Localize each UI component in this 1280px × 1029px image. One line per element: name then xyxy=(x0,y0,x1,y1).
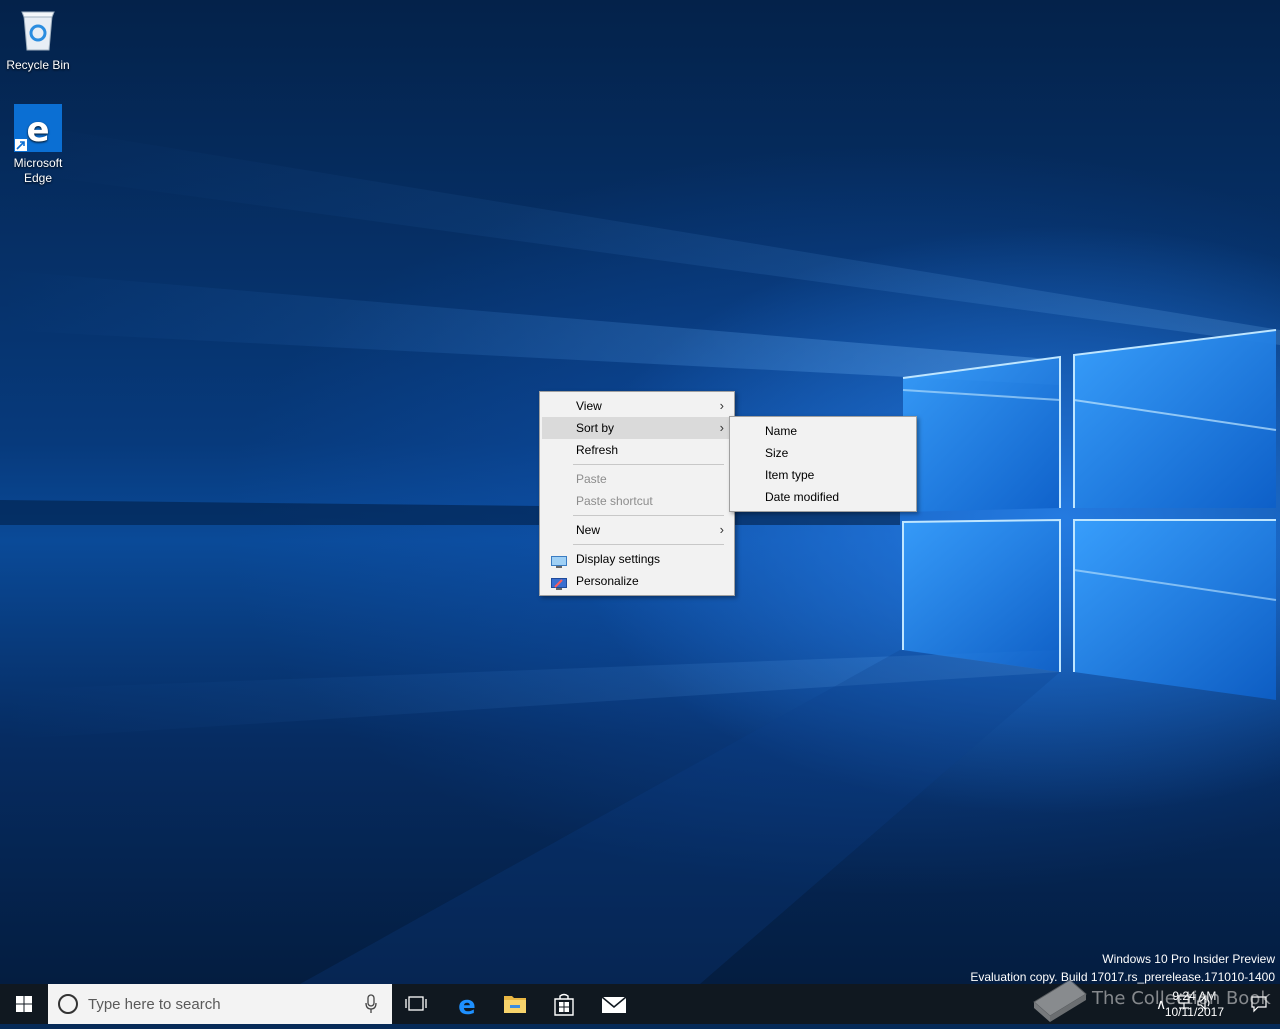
folder-icon xyxy=(504,996,526,1013)
taskbar-file-explorer-button[interactable] xyxy=(491,984,539,1024)
menu-item-paste-label: Paste xyxy=(576,472,607,486)
menu-item-sort-by-label: Sort by xyxy=(576,421,615,435)
menu-item-paste-shortcut[interactable]: Paste shortcut xyxy=(542,490,732,512)
menu-item-new[interactable]: New › xyxy=(542,519,732,541)
menu-item-refresh-label: Refresh xyxy=(576,443,619,457)
svg-text:e: e xyxy=(26,110,49,150)
store-icon xyxy=(554,993,574,1016)
desktop-icon-microsoft-edge[interactable]: e Microsoft Edge xyxy=(0,104,76,186)
menu-item-paste-shortcut-label: Paste shortcut xyxy=(576,494,653,508)
watermark-text: The Collection Book xyxy=(1092,988,1271,1009)
menu-separator xyxy=(573,464,724,465)
edge-icon: e xyxy=(458,991,476,1021)
cortana-icon xyxy=(58,994,78,1014)
svg-text:e: e xyxy=(458,991,476,1021)
microphone-icon[interactable] xyxy=(364,994,378,1019)
menu-separator xyxy=(573,544,724,545)
menu-item-personalize-label: Personalize xyxy=(576,574,639,588)
menu-item-new-label: New xyxy=(576,523,601,537)
desktop-context-menu: View › Sort by › Refresh Paste Paste sho… xyxy=(539,391,735,596)
menu-item-personalize[interactable]: Personalize xyxy=(542,570,732,592)
start-button[interactable] xyxy=(0,984,48,1024)
taskbar-store-button[interactable] xyxy=(540,984,588,1024)
display-settings-icon xyxy=(551,553,567,568)
chevron-right-icon: › xyxy=(719,420,724,435)
sort-by-item-type[interactable]: Item type xyxy=(732,464,914,486)
book-logo-icon xyxy=(1033,979,1087,1022)
sort-by-size[interactable]: Size xyxy=(732,442,914,464)
windows-logo-icon xyxy=(16,996,32,1012)
task-view-icon xyxy=(405,996,427,1011)
menu-item-view[interactable]: View › xyxy=(542,395,732,417)
menu-item-display-settings[interactable]: Display settings xyxy=(542,548,732,570)
personalize-icon xyxy=(551,575,567,590)
menu-item-view-label: View xyxy=(576,399,602,413)
menu-item-paste[interactable]: Paste xyxy=(542,468,732,490)
chevron-right-icon: › xyxy=(719,522,724,537)
menu-separator xyxy=(573,515,724,516)
desktop-icon-recycle-bin[interactable]: Recycle Bin xyxy=(0,6,76,73)
taskbar-mail-button[interactable] xyxy=(589,984,637,1024)
sort-by-submenu: Name Size Item type Date modified xyxy=(729,416,917,512)
chevron-right-icon: › xyxy=(719,398,724,413)
search-placeholder: Type here to search xyxy=(88,996,221,1013)
menu-item-refresh[interactable]: Refresh xyxy=(542,439,732,461)
menu-item-sort-by[interactable]: Sort by › xyxy=(542,417,732,439)
menu-item-display-settings-label: Display settings xyxy=(576,552,661,566)
recycle-bin-icon xyxy=(14,6,62,54)
search-input[interactable]: Type here to search xyxy=(48,984,392,1024)
sort-by-date-modified[interactable]: Date modified xyxy=(732,486,914,508)
collection-book-watermark: The Collection Book xyxy=(1030,966,1280,1024)
recycle-bin-label: Recycle Bin xyxy=(6,58,70,72)
task-view-button[interactable] xyxy=(392,984,440,1024)
microsoft-edge-label-line1: Microsoft xyxy=(13,156,63,170)
sort-by-name[interactable]: Name xyxy=(732,420,914,442)
microsoft-edge-label-line2: Edge xyxy=(23,171,53,185)
mail-icon xyxy=(601,996,627,1013)
microsoft-edge-icon: e xyxy=(14,104,62,152)
taskbar-edge-button[interactable]: e xyxy=(442,984,490,1024)
